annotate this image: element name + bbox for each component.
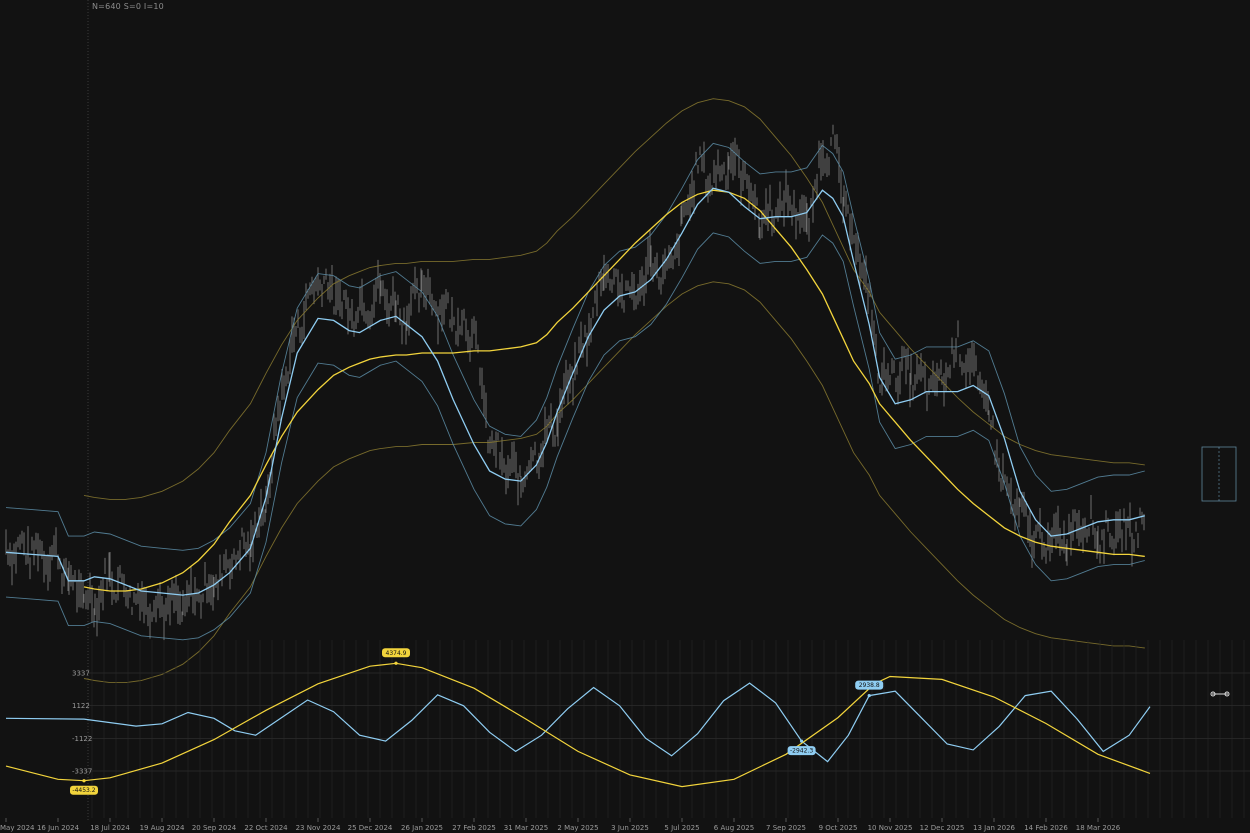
x-tick-label: 9 Oct 2025 xyxy=(819,824,858,832)
x-tick-label: 12 Dec 2025 xyxy=(920,824,965,832)
x-tick-label: 20 Sep 2024 xyxy=(192,824,237,832)
value-badge-label: -2942.3 xyxy=(790,748,813,755)
value-badge-dot xyxy=(867,693,871,698)
value-badge-label: -4453.2 xyxy=(72,787,95,794)
x-tick-label: 5 Jul 2025 xyxy=(664,824,699,832)
x-tick-label: 3 Jun 2025 xyxy=(611,824,649,832)
chart-canvas[interactable]: 3337 1122 -1122 -3337 May 2024 16 Jun 2024 18 … xyxy=(0,0,1250,833)
value-badge-label: 2938.8 xyxy=(859,682,880,689)
x-tick-label: 25 Dec 2024 xyxy=(348,824,393,832)
osc-y-tick-label: -3337 xyxy=(72,768,92,776)
x-tick-label: 6 Aug 2025 xyxy=(714,824,754,832)
osc-y-tick-label: -1122 xyxy=(72,735,92,743)
chart-background xyxy=(0,0,1250,833)
x-tick-label: 27 Feb 2025 xyxy=(452,824,496,832)
info-label: N=640 S=0 I=10 xyxy=(92,2,164,11)
x-tick-label: 22 Oct 2024 xyxy=(244,824,288,832)
value-badge-dot xyxy=(800,739,804,743)
x-tick-label: 16 Jun 2024 xyxy=(37,824,80,832)
x-tick-label: 13 Jan 2026 xyxy=(973,824,1016,832)
x-tick-label: 7 Sep 2025 xyxy=(766,824,806,832)
x-tick-label: 18 Mar 2026 xyxy=(1076,824,1121,832)
x-tick-label: 19 Aug 2024 xyxy=(140,824,185,832)
x-tick-label: 18 Jul 2024 xyxy=(90,824,130,832)
x-tick-label: 14 Feb 2026 xyxy=(1024,824,1068,832)
value-badge-dot xyxy=(394,661,398,665)
value-badge-dot xyxy=(82,779,86,783)
x-tick-label: 10 Nov 2025 xyxy=(868,824,913,832)
x-tick-label: 23 Nov 2024 xyxy=(296,824,341,832)
x-tick-label: May 2024 xyxy=(0,824,35,832)
osc-y-tick-label: 1122 xyxy=(72,702,90,710)
x-tick-label: 26 Jan 2025 xyxy=(401,824,443,832)
x-tick-label: 2 May 2025 xyxy=(557,824,598,832)
value-badge-label: 4374.9 xyxy=(386,650,407,657)
osc-y-tick-label: 3337 xyxy=(72,670,90,678)
x-tick-label: 31 Mar 2025 xyxy=(504,824,548,832)
